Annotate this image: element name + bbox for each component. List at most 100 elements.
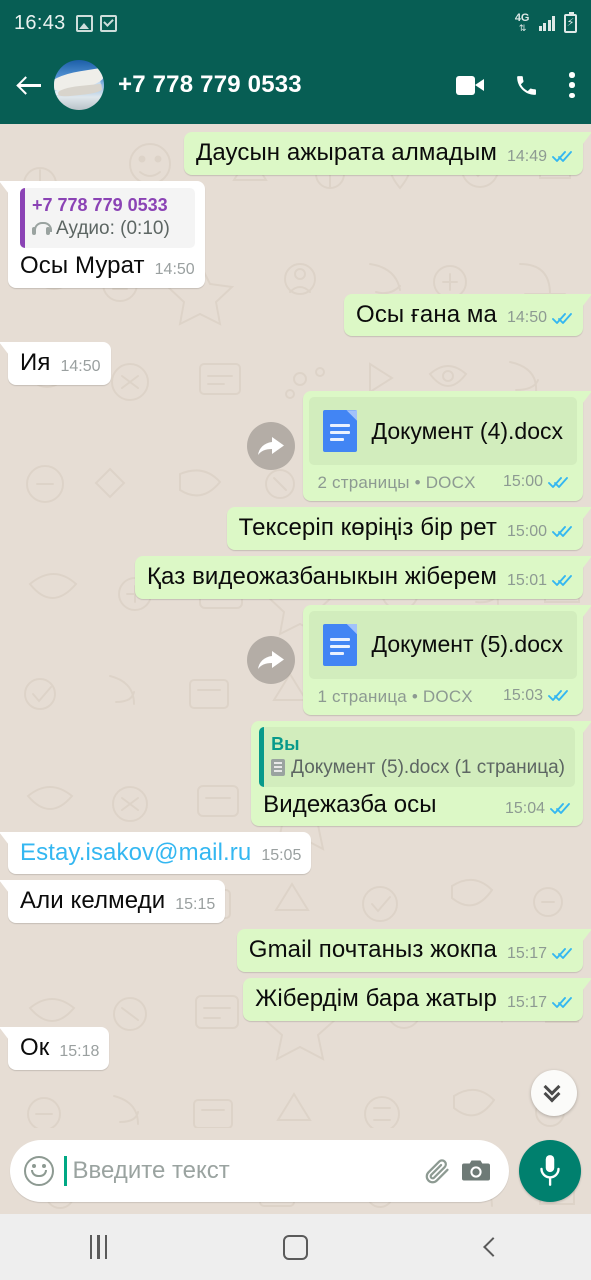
message-row: Документ (5).docx 1 страница • DOCX 15:0…	[8, 604, 591, 715]
quoted-sender-name: +7 778 779 0533	[32, 194, 168, 215]
header-actions	[456, 72, 575, 98]
message-bubble-outgoing[interactable]: Қаз видеожазбаныкын жіберем 15:01	[134, 555, 591, 599]
message-meta: 15:05	[261, 847, 301, 867]
network-type-indicator: 4G ⇅	[515, 13, 530, 33]
video-call-icon[interactable]	[456, 75, 484, 95]
emoji-smiley-icon[interactable]	[24, 1156, 54, 1186]
message-link[interactable]: Estay.isakov@mail.ru	[20, 839, 251, 868]
message-text: Видежазба осы	[263, 790, 437, 818]
message-content: Ок 15:18	[20, 1034, 99, 1063]
headphones-icon	[32, 222, 52, 236]
message-bubble-outgoing[interactable]: Gmail почтаныз жокпа 15:17	[236, 929, 591, 972]
message-row: Estay.isakov@mail.ru 15:05	[0, 831, 583, 875]
message-time: 15:03	[502, 686, 543, 704]
back-arrow-icon[interactable]	[12, 67, 48, 103]
message-time: 15:01	[506, 571, 547, 589]
message-meta: 15:15	[175, 896, 215, 916]
message-meta: 15:18	[59, 1043, 99, 1063]
paperclip-icon[interactable]	[423, 1157, 451, 1185]
message-bubble-incoming[interactable]: Ия 14:50	[0, 342, 111, 386]
text-cursor	[64, 1156, 67, 1186]
page-title[interactable]: +7 778 779 0533	[118, 71, 302, 99]
read-receipt-icon	[552, 150, 573, 163]
document-preview[interactable]: Документ (5).docx	[309, 610, 577, 679]
checkbox-icon	[99, 14, 117, 32]
message-bubble-outgoing[interactable]: Вы Документ (5).docx (1 страница) Видежа…	[251, 720, 591, 826]
avatar[interactable]	[54, 60, 104, 110]
message-row: Ок 15:18	[0, 1026, 583, 1070]
message-content: Ия 14:50	[20, 349, 101, 378]
docx-file-icon	[323, 410, 358, 453]
network-arrows-icon: ⇅	[518, 23, 526, 33]
message-time: 15:00	[502, 473, 543, 491]
back-icon	[482, 1237, 503, 1257]
more-options-icon[interactable]	[569, 72, 575, 98]
search-input[interactable]: Введите текст	[73, 1157, 414, 1185]
read-receipt-icon	[550, 802, 571, 815]
message-bubble-incoming[interactable]: Estay.isakov@mail.ru 15:05	[0, 831, 312, 875]
quoted-message[interactable]: Вы Документ (5).docx (1 страница)	[259, 726, 575, 787]
message-list[interactable]: Даусын ажырата алмадым 14:49 +7 778 779	[0, 124, 591, 1128]
read-receipt-icon	[548, 476, 569, 489]
android-navigation-bar	[0, 1214, 591, 1280]
message-bubble-outgoing[interactable]: Осы ғана ма 14:50	[344, 293, 591, 337]
message-text: Тексеріп көріңіз бір рет	[238, 514, 497, 542]
message-content: Қаз видеожазбаныкын жіберем 15:01	[147, 563, 573, 592]
message-content: Осы ғана ма 14:50	[356, 301, 573, 330]
message-bubble-outgoing[interactable]: Жібердім бара жатыр 15:17	[243, 977, 591, 1021]
voice-call-icon[interactable]	[514, 73, 539, 98]
quoted-message[interactable]: +7 778 779 0533 Аудио: (0:10)	[20, 187, 195, 248]
forward-arrow-icon[interactable]	[247, 422, 296, 471]
message-meta: 14:50	[60, 358, 100, 378]
message-meta: 15:17	[507, 945, 573, 965]
status-bar: 16:43 4G ⇅ ⚡	[0, 0, 591, 46]
document-subtitle: 2 страницы • DOCX	[317, 473, 476, 493]
composer-bar: Введите текст	[0, 1128, 591, 1214]
message-text: Жібердім бара жатыр	[255, 984, 497, 1012]
document-preview[interactable]: Документ (4).docx	[309, 397, 577, 466]
recent-apps-button[interactable]	[0, 1235, 197, 1259]
message-content: Али келмеди 15:15	[20, 887, 215, 916]
messages-container: Даусын ажырата алмадым 14:49 +7 778 779	[0, 124, 591, 1128]
message-text: Ия	[20, 349, 51, 377]
document-icon	[271, 759, 286, 777]
message-text: Осы ғана ма	[356, 300, 497, 328]
microphone-icon[interactable]	[519, 1140, 581, 1202]
message-bubble-outgoing[interactable]: Даусын ажырата алмадым 14:49	[184, 132, 591, 175]
message-input-container[interactable]: Введите текст	[10, 1140, 509, 1202]
document-filename: Документ (4).docx	[371, 417, 563, 444]
message-time: 15:15	[175, 896, 216, 914]
quoted-body-text: Документ (5).docx (1 страница)	[291, 756, 565, 778]
message-bubble-document[interactable]: Документ (4).docx 2 страницы • DOCX 15:0…	[303, 391, 591, 502]
message-meta: 14:50	[155, 261, 195, 281]
message-time: 14:50	[506, 309, 547, 327]
home-button[interactable]	[197, 1234, 394, 1260]
image-icon	[75, 14, 93, 32]
message-time: 14:49	[506, 147, 547, 165]
message-content: Видежазба осы 15:04	[259, 791, 575, 820]
home-icon	[283, 1234, 308, 1260]
document-footer: 1 страница • DOCX 15:03	[309, 679, 577, 709]
message-time: 15:05	[261, 847, 302, 865]
message-meta: 14:50	[507, 309, 573, 329]
camera-icon[interactable]	[461, 1159, 491, 1183]
message-content: Осы Мурат 14:50	[20, 252, 195, 281]
message-content: Жібердім бара жатыр 15:17	[255, 985, 573, 1014]
forward-arrow-icon[interactable]	[247, 635, 296, 684]
quoted-body-text: Аудио: (0:10)	[56, 217, 170, 239]
message-row: Қаз видеожазбаныкын жіберем 15:01	[8, 555, 591, 599]
message-time: 14:50	[60, 358, 101, 376]
message-bubble-incoming[interactable]: +7 778 779 0533 Аудио: (0:10) Осы Мурат …	[0, 180, 205, 288]
read-receipt-icon	[552, 947, 573, 960]
document-footer: 2 страницы • DOCX 15:00	[309, 465, 577, 495]
message-row: Ия 14:50	[0, 342, 583, 386]
message-bubble-outgoing[interactable]: Тексеріп көріңіз бір рет 15:00	[226, 507, 591, 550]
back-button[interactable]	[394, 1237, 591, 1257]
read-receipt-icon	[548, 689, 569, 702]
status-bar-notification-icons	[75, 14, 117, 32]
message-bubble-incoming[interactable]: Ок 15:18	[0, 1026, 110, 1070]
message-bubble-document[interactable]: Документ (5).docx 1 страница • DOCX 15:0…	[303, 604, 591, 715]
scroll-to-bottom-button[interactable]	[531, 1070, 577, 1116]
message-bubble-incoming[interactable]: Али келмеди 15:15	[0, 880, 226, 924]
message-row: Даусын ажырата алмадым 14:49	[8, 132, 591, 175]
